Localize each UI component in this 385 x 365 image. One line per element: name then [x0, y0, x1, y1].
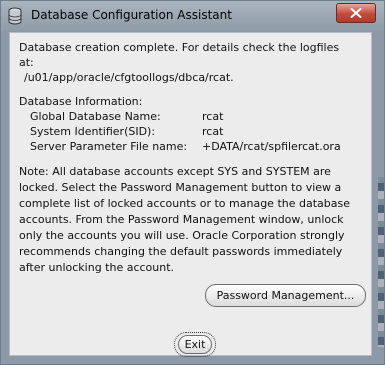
- info-label: System Identifier(SID):: [30, 125, 156, 138]
- note-line: locked. Select the Password Management b…: [19, 181, 342, 194]
- close-button[interactable]: [336, 3, 376, 23]
- note-text: Note: All database accounts except SYS a…: [19, 164, 350, 276]
- note-line: recommends changing the default password…: [19, 245, 343, 258]
- info-value: rcat: [202, 125, 224, 138]
- completion-line: Database creation complete. For details …: [19, 41, 340, 54]
- title-bar[interactable]: Database Configuration Assistant: [1, 1, 384, 31]
- info-value: +DATA/rcat/spfilercat.ora: [202, 140, 341, 153]
- info-value: rcat: [202, 110, 224, 123]
- info-label: Global Database Name:: [30, 110, 161, 123]
- dbca-dialog: Database Configuration Assistant Databas…: [0, 0, 385, 365]
- info-heading: Database Information:: [19, 95, 143, 108]
- completion-message: Database creation complete. For details …: [19, 40, 339, 85]
- note-line: Note: All database accounts except SYS a…: [19, 165, 331, 178]
- completion-line: at:: [19, 56, 34, 69]
- password-management-button[interactable]: Password Management...: [205, 284, 366, 307]
- exit-focus-ring: Exit: [174, 332, 216, 357]
- log-path: /u01/app/oracle/cfgtoollogs/dbca/rcat.: [24, 71, 234, 84]
- exit-button[interactable]: Exit: [178, 335, 212, 354]
- note-line: complete list of locked accounts or to m…: [19, 197, 350, 210]
- database-icon: [8, 7, 22, 25]
- note-line: after unlocking the account.: [19, 261, 175, 274]
- info-label: Server Parameter File name:: [30, 140, 188, 153]
- window-title: Database Configuration Assistant: [31, 8, 232, 22]
- message-panel: Database creation complete. For details …: [9, 32, 372, 357]
- note-line: only the accounts you will use. Oracle C…: [19, 229, 345, 242]
- close-icon: [350, 8, 362, 18]
- background-scrollbar: [378, 177, 384, 347]
- note-line: accounts. From the Password Management w…: [19, 213, 344, 226]
